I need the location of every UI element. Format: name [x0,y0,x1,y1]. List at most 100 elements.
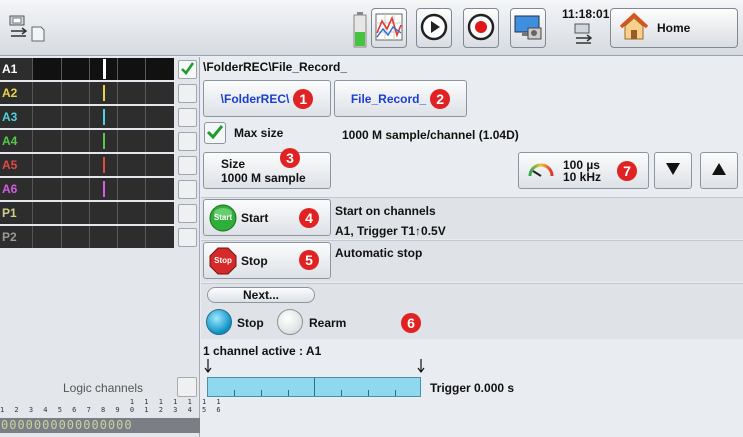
size-label: Size [221,156,246,171]
chart-button[interactable] [371,8,407,48]
rearm-radio-label: Rearm [309,316,347,330]
trigger-timeline [207,377,421,397]
next-button[interactable]: Next... [207,287,315,303]
start-button-label: Start [241,210,269,225]
play-button[interactable] [416,8,452,48]
channel-trace [32,82,174,104]
start-info-line2: A1, Trigger T1↑0.5V [335,224,446,238]
stop-icon-text: Stop [214,255,232,265]
home-label: Home [657,21,691,35]
battery-icon [353,12,367,48]
channel-trace [32,226,174,248]
monitor-button[interactable] [510,8,546,48]
file-button[interactable]: File_Record_ 2 [334,80,467,117]
channel-label: A2 [0,82,32,104]
channel-checkbox[interactable] [178,156,197,175]
channel-label: A1 [0,58,32,80]
channel-row-a6[interactable]: A6 [0,178,200,200]
sd-card-icon[interactable] [31,26,45,42]
stop-button-label: Stop [241,253,268,268]
play-icon [420,13,448,44]
folder-button[interactable]: \FolderREC\ 1 [203,80,331,117]
stop-radio[interactable] [206,309,232,335]
channel-label: A5 [0,154,32,176]
max-size-checkbox[interactable] [204,122,226,144]
up-button[interactable] [700,152,738,189]
size-value: 1000 M sample [221,170,306,185]
record-settings: \FolderREC\File_Record_ \FolderREC\ 1 Fi… [201,57,743,437]
badge-2: 2 [430,88,451,109]
start-icon-text: Start [213,212,233,222]
down-button[interactable] [654,152,692,189]
channel-label: A3 [0,106,32,128]
arrow-up-icon [711,162,727,179]
home-button[interactable]: Home [610,8,738,48]
check-icon [180,61,195,79]
max-size-label: Max size [234,126,284,140]
size-button[interactable]: Size 1000 M sample [203,152,331,189]
channel-checkbox[interactable] [178,228,197,247]
channel-label: A4 [0,130,32,152]
rearm-radio[interactable] [277,309,303,335]
channel-checkbox[interactable] [178,180,197,199]
logic-bits: 0000000000000000 [0,418,200,433]
channel-checkbox[interactable] [178,60,197,79]
file-button-label: File_Record_ [350,91,427,106]
max-size-value: 1000 M sample/channel (1.04D) [342,128,519,142]
channel-checkbox[interactable] [178,132,197,151]
monitor-icon [513,12,543,45]
badge-6: 6 [401,313,421,333]
arrow-down-icon [665,162,681,179]
channel-trace [32,202,174,224]
arrow-down-icon [204,359,212,376]
check-icon [206,123,224,144]
channel-checkbox[interactable] [178,108,197,127]
start-info-line1: Start on channels [335,204,436,218]
stop-info: Automatic stop [335,246,423,260]
arrow-down-icon [417,359,425,376]
stop-icon: Stop [209,247,237,275]
badge-5: 5 [299,250,319,270]
period-value: 100 µs [563,157,600,172]
sample-rate-button[interactable]: 100 µs 10 kHz 7 [518,152,649,189]
channel-label: P2 [0,226,32,248]
channel-panel: A1 A2 A3 A4 A5 A6 P1 P2 [0,57,200,437]
trigger-label: Trigger 0.000 s [430,381,515,395]
freq-value: 10 kHz [563,169,602,184]
clock-time: 11:18:01 [562,7,610,21]
start-icon: Start [209,204,237,232]
channel-checkbox[interactable] [178,204,197,223]
channel-label: A6 [0,178,32,200]
folder-button-label: \FolderREC\ [220,91,290,106]
channel-row-p2[interactable]: P2 [0,226,200,248]
badge-1: 1 [293,88,314,109]
logic-numbers-row1: 1 1 1 1 1 1 1 [0,398,224,406]
top-toolbar: 11:18:01 Home [0,0,743,56]
channel-trace [32,58,174,80]
channel-row-a5[interactable]: A5 [0,154,200,176]
badge-3: 3 [280,148,300,168]
badge-4: 4 [299,208,319,228]
channel-row-a1[interactable]: A1 [0,58,200,80]
channel-row-a4[interactable]: A4 [0,130,200,152]
channel-label: P1 [0,202,32,224]
badge-7: 7 [617,160,638,181]
channel-trace [32,130,174,152]
channel-trace [32,178,174,200]
gauge-icon [527,159,555,182]
record-icon [467,13,495,44]
usb-icon[interactable] [8,14,30,40]
home-icon [619,12,649,45]
logic-channels-title: Logic channels [63,381,144,395]
channel-row-a2[interactable]: A2 [0,82,200,104]
logic-numbers-row2: 1 2 3 4 5 6 7 8 9 0 1 2 3 4 5 6 [0,406,224,414]
channel-checkbox[interactable] [178,84,197,103]
logic-channels-checkbox[interactable] [177,377,197,397]
record-button[interactable] [463,8,499,48]
usb-icon [573,22,595,48]
channel-trace [32,154,174,176]
channel-row-p1[interactable]: P1 [0,202,200,224]
channel-active-text: 1 channel active : A1 [203,344,322,358]
channel-row-a3[interactable]: A3 [0,106,200,128]
record-path: \FolderREC\File_Record_ [203,60,348,74]
